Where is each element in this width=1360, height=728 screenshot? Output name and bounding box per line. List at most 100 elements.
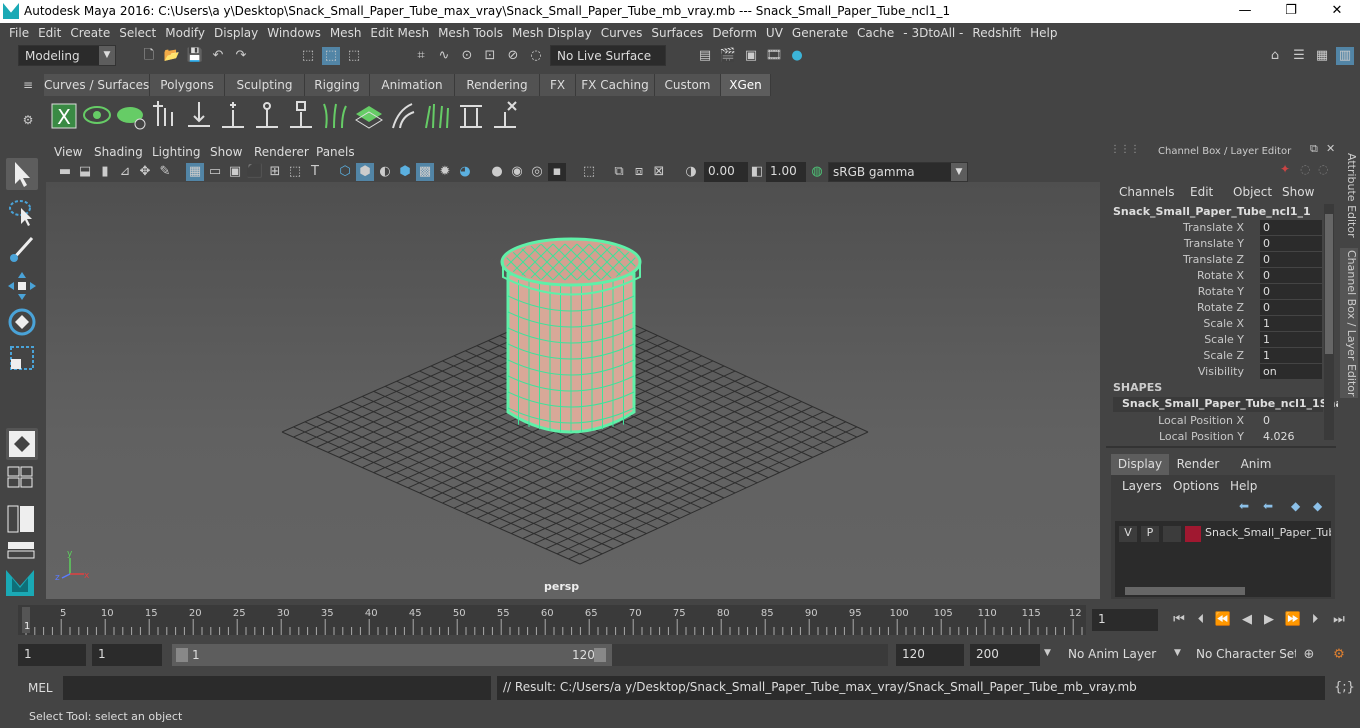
menu-curves[interactable]: Curves — [601, 23, 643, 43]
attr-value[interactable]: 0 — [1260, 220, 1322, 235]
time-ruler[interactable]: 5 10 15 20 25 30 35 40 45 50 55 60 65 70 75 80 85 90 95 100… — [18, 605, 1086, 635]
tab-rigging[interactable]: Rigging — [305, 74, 370, 96]
menu-cache[interactable]: Cache — [857, 23, 894, 43]
menu-channels[interactable]: Channels — [1119, 185, 1175, 199]
attr-value[interactable]: 0 — [1260, 300, 1322, 315]
channel-scrollbar[interactable] — [1324, 204, 1334, 440]
anim-layer-dropdown[interactable]: No Anim Layer — [1062, 644, 1162, 666]
safe-title-icon[interactable]: T — [306, 163, 324, 181]
maya-home-icon[interactable] — [4, 566, 36, 598]
gate-mask-icon[interactable]: ⬛ — [246, 163, 264, 181]
render-frame-icon[interactable]: 🎬 — [719, 47, 737, 65]
rotate-tool-icon[interactable] — [6, 306, 38, 338]
range-start-handle[interactable] — [176, 648, 188, 662]
menu-modify[interactable]: Modify — [165, 23, 205, 43]
anti-aliasing-icon[interactable]: ◎ — [528, 163, 546, 181]
auto-key-icon[interactable]: ⊕ — [1300, 646, 1318, 664]
attr-value[interactable]: 0 — [1260, 252, 1322, 267]
mel-label[interactable]: MEL — [28, 681, 53, 695]
field-chart-icon[interactable]: ⊞ — [266, 163, 284, 181]
redo-icon[interactable]: ↷ — [232, 47, 250, 65]
close-button[interactable]: ✕ — [1314, 0, 1360, 23]
snap-grid-icon[interactable]: ⌗ — [412, 47, 430, 65]
go-to-start-icon[interactable]: ⏮ — [1170, 611, 1188, 629]
xgen-hide-icon[interactable] — [116, 100, 146, 132]
move-layer-down-icon[interactable]: ⬅ — [1263, 499, 1273, 513]
viewport-menu-shading[interactable]: Shading — [94, 145, 143, 159]
undo-icon[interactable]: ↶ — [209, 47, 227, 65]
range-end-handle[interactable] — [594, 648, 606, 662]
menu-show[interactable]: Show — [1282, 185, 1314, 199]
layer-display-type[interactable] — [1163, 526, 1181, 542]
menu-edit-mesh[interactable]: Edit Mesh — [370, 23, 429, 43]
camera-attributes-icon[interactable]: ⬓ — [76, 163, 94, 181]
menu-select[interactable]: Select — [119, 23, 156, 43]
shelf-gear-icon[interactable]: ⚙ — [18, 113, 38, 127]
menu-display[interactable]: Display — [214, 23, 258, 43]
scene-end-field[interactable]: 200 — [970, 644, 1040, 666]
ambient-occlusion-icon[interactable]: ● — [488, 163, 506, 181]
color-space-dropdown[interactable]: sRGB gamma ▼ — [828, 162, 968, 182]
new-layer-selected-icon[interactable]: ◆ — [1313, 499, 1322, 513]
xray-joints-icon[interactable]: ⧈ — [630, 163, 648, 181]
render-view-icon[interactable]: 🎞 — [765, 47, 783, 65]
xray-icon[interactable]: ⧉ — [610, 163, 628, 181]
mode-dropdown[interactable]: Modeling ▼ — [18, 45, 116, 66]
range-track[interactable] — [612, 644, 888, 666]
object-name[interactable]: Snack_Small_Paper_Tube_ncl1_1 — [1113, 205, 1311, 218]
xgen-editor-icon[interactable]: X — [49, 100, 79, 132]
attr-translate-z[interactable]: Translate Z 0 — [1106, 252, 1326, 268]
viewport-menu-panels[interactable]: Panels — [316, 145, 355, 159]
menu-file[interactable]: File — [9, 23, 29, 43]
attr-translate-y[interactable]: Translate Y 0 — [1106, 236, 1326, 252]
attr-value[interactable]: 1 — [1260, 332, 1322, 347]
tab-fx[interactable]: FX — [540, 74, 576, 96]
open-scene-icon[interactable]: 📂 — [163, 47, 181, 65]
menu-object[interactable]: Object — [1233, 185, 1272, 199]
snap-surface-icon[interactable]: ⊘ — [504, 47, 522, 65]
bookmark-icon[interactable]: ▮ — [96, 163, 114, 181]
render-settings-icon[interactable]: ▤ — [696, 47, 714, 65]
select-by-hierarchy-icon[interactable]: ⬚ — [299, 47, 317, 65]
tab-render[interactable]: Render — [1169, 454, 1227, 475]
live-surface-icon[interactable]: ◌ — [527, 47, 545, 65]
camera-select-icon[interactable]: ▬ — [56, 163, 74, 181]
select-by-component-icon[interactable]: ⬚ — [345, 47, 363, 65]
move-tool-icon[interactable] — [6, 270, 38, 302]
grease-pencil-icon[interactable]: ✎ — [156, 163, 174, 181]
exposure-icon[interactable]: ◑ — [682, 163, 700, 181]
animation-preferences-icon[interactable]: ⚙ — [1330, 646, 1348, 664]
color-management-icon[interactable]: ◍ — [808, 163, 826, 181]
channel-axis-icon[interactable]: ✦ — [1280, 162, 1290, 176]
layer-hscrollbar[interactable] — [1115, 585, 1331, 597]
menu-uv[interactable]: UV — [766, 23, 783, 43]
menu-windows[interactable]: Windows — [267, 23, 321, 43]
current-frame-field[interactable]: 1 — [1092, 609, 1158, 631]
wireframe-icon[interactable]: ⬡ — [336, 163, 354, 181]
tab-rendering[interactable]: Rendering — [455, 74, 540, 96]
attr-value[interactable]: 0 — [1260, 284, 1322, 299]
ipr-render-icon[interactable]: ▣ — [742, 47, 760, 65]
gamma-field[interactable]: 1.00 — [766, 162, 806, 182]
image-plane-icon[interactable]: ⊿ — [116, 163, 134, 181]
groom-brush-icon[interactable] — [422, 100, 452, 132]
menu-options[interactable]: Options — [1173, 479, 1219, 493]
attr-visibility[interactable]: Visibility on — [1106, 364, 1326, 380]
scale-tool-icon[interactable] — [6, 342, 38, 374]
snap-curve-icon[interactable]: ∿ — [435, 47, 453, 65]
tab-curves-surfaces[interactable]: Curves / Surfaces — [44, 74, 150, 96]
timeline-layout-icon[interactable] — [6, 540, 38, 560]
playback-start-field[interactable]: 1 — [92, 644, 162, 666]
menu-generate[interactable]: Generate — [792, 23, 848, 43]
play-forward-icon[interactable]: ▶ — [1260, 611, 1278, 629]
gamma-icon[interactable]: ◧ — [748, 163, 766, 181]
add-guide-icon[interactable] — [150, 100, 180, 132]
modeling-toolkit-icon[interactable]: ☰ — [1290, 47, 1308, 65]
move-layer-up-icon[interactable]: ⬅ — [1239, 499, 1249, 513]
select-guide-icon[interactable] — [218, 100, 248, 132]
tab-fx-caching[interactable]: FX Caching — [576, 74, 655, 96]
viewport-menu-view[interactable]: View — [54, 145, 82, 159]
close-panel-icon[interactable]: ✕ — [1326, 142, 1335, 155]
attr-translate-x[interactable]: Translate X 0 — [1106, 220, 1326, 236]
scene-start-field[interactable]: 1 — [18, 644, 86, 666]
